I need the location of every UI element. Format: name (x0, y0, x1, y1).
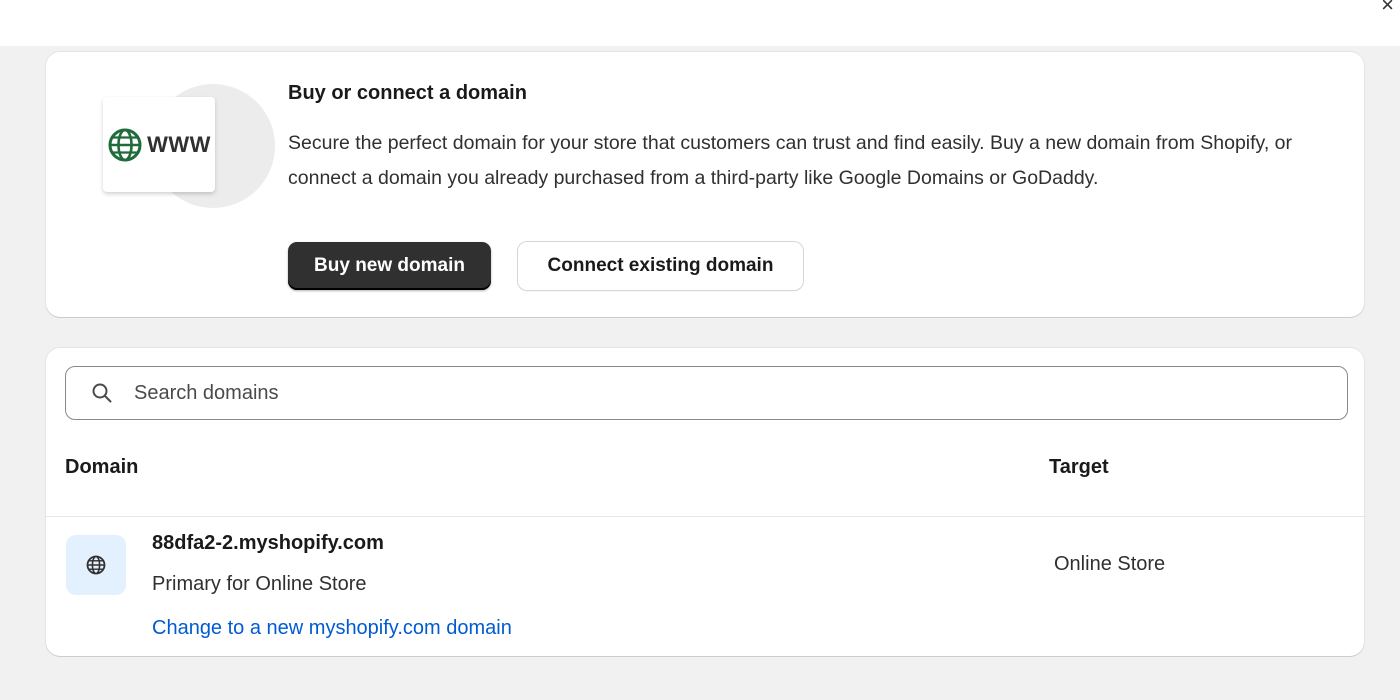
buy-new-domain-button[interactable]: Buy new domain (288, 242, 491, 290)
change-myshopify-domain-link[interactable]: Change to a new myshopify.com domain (152, 617, 512, 640)
modal-header: × (0, 0, 1400, 46)
search-icon (92, 383, 112, 403)
domain-target: Online Store (1054, 553, 1166, 575)
close-icon[interactable]: × (1381, 0, 1394, 16)
search-input[interactable] (132, 367, 1326, 419)
domain-name: 88dfa2-2.myshopify.com (152, 532, 384, 554)
search-field[interactable] (65, 366, 1348, 420)
connect-existing-domain-button[interactable]: Connect existing domain (518, 242, 803, 290)
www-label: WWW (147, 131, 211, 157)
globe-icon (108, 128, 142, 161)
column-header-domain: Domain (65, 456, 139, 478)
promo-title: Buy or connect a domain (288, 82, 527, 104)
domain-status: Primary for Online Store (152, 573, 367, 595)
promo-description: Secure the perfect domain for your store… (288, 132, 1293, 189)
domain-icon-container (66, 535, 126, 595)
globe-icon (86, 555, 106, 575)
buy-or-connect-domain-card: WWW Buy or connect a domain Secure the p… (46, 52, 1364, 317)
table-divider (46, 516, 1364, 517)
domain-illustration: WWW (103, 97, 215, 192)
column-header-target: Target (1049, 456, 1109, 478)
domains-list-card: Domain Target 88dfa2-2.myshopify.com Pri… (46, 348, 1364, 656)
